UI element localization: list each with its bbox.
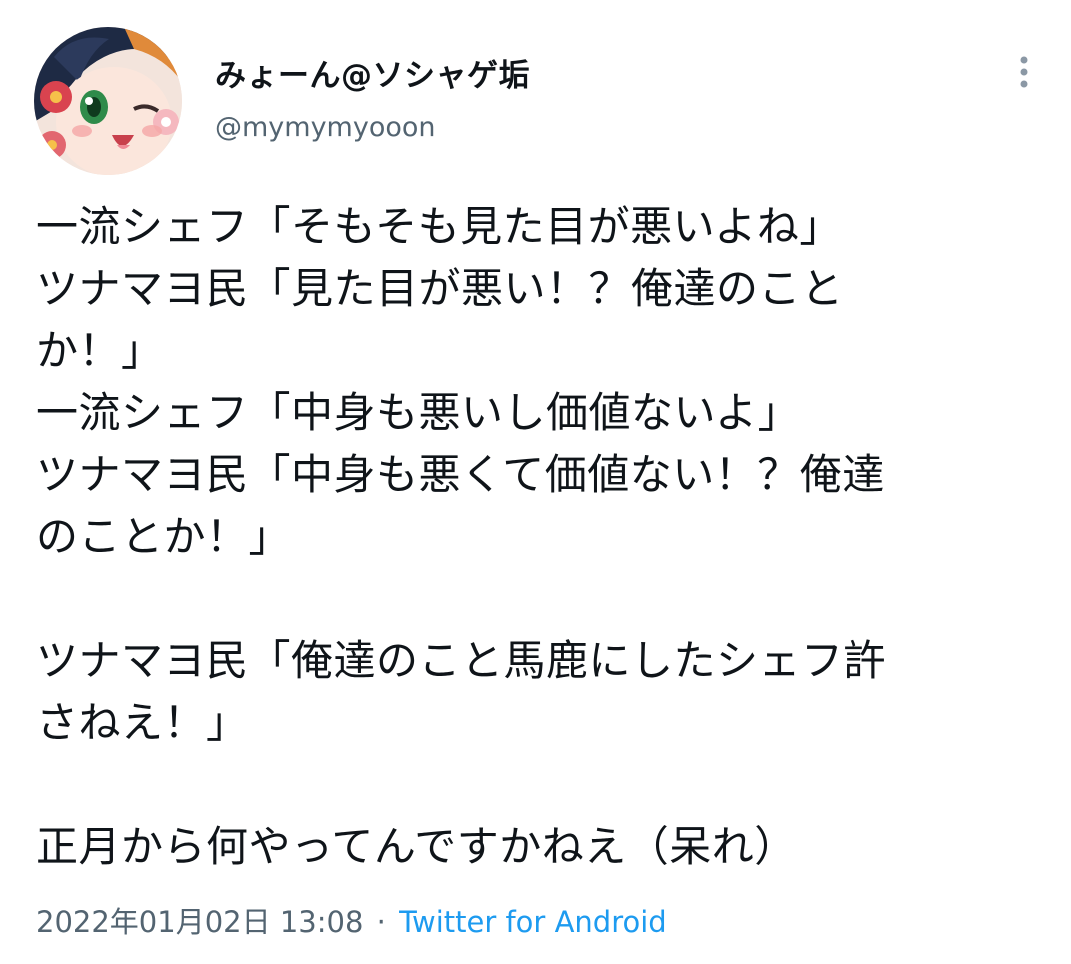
anime-character-avatar-icon xyxy=(34,27,182,175)
tweet-meta: 2022年01月02日 13:08 · Twitter for Android xyxy=(36,902,667,942)
tweet-text-line: ツナマヨ民「俺達のこと馬鹿にしたシェフ許 xyxy=(36,636,887,685)
user-handle[interactable]: @mymymyooon xyxy=(215,110,436,146)
avatar[interactable] xyxy=(34,27,182,175)
tweet-card: みょーん@ソシャゲ垢 @mymymyooon 一流シェフ「そもそも見た目が悪いよ… xyxy=(0,0,1071,964)
more-options-button[interactable] xyxy=(1004,52,1044,92)
tweet-text-line: 一流シェフ「そもそも見た目が悪いよね」 xyxy=(36,202,842,251)
meta-separator: · xyxy=(376,905,386,939)
tweet-text-line: 正月から何やってんですかねえ（呆れ） xyxy=(36,822,797,871)
user-display-name[interactable]: みょーん@ソシャゲ垢 xyxy=(215,56,530,96)
tweet-text-line: のことか！」 xyxy=(36,512,292,561)
tweet-text-line: さねえ！」 xyxy=(36,698,249,747)
tweet-text: 一流シェフ「そもそも見た目が悪いよね」 ツナマヨ民「見た目が悪い！？俺達のこと … xyxy=(36,196,1036,878)
tweet-source-link[interactable]: Twitter for Android xyxy=(399,905,667,939)
tweet-text-line: ツナマヨ民「見た目が悪い！？俺達のこと xyxy=(36,264,844,313)
tweet-text-line: 一流シェフ「中身も悪いし価値ないよ」 xyxy=(36,388,801,437)
more-options-vertical-dots-icon xyxy=(1020,56,1028,88)
tweet-text-line: か！」 xyxy=(36,326,164,375)
tweet-timestamp[interactable]: 2022年01月02日 13:08 xyxy=(36,905,363,939)
tweet-text-line: ツナマヨ民「中身も悪くて価値ない！？俺達 xyxy=(36,450,885,499)
